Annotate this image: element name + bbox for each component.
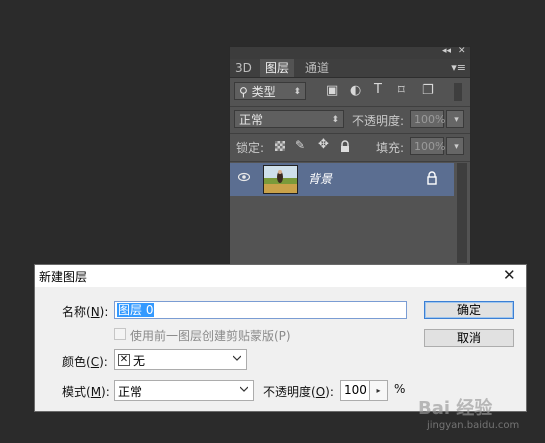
panel-menu-icon[interactable]: ▾≡ (451, 61, 466, 74)
filter-kind-select[interactable]: ⚲ 类型 ⬍ (234, 82, 306, 100)
filter-kind-value: 类型 (251, 85, 276, 99)
shape-filter-icon[interactable]: ⌑ (398, 83, 405, 98)
layer-lock-icon (427, 171, 437, 185)
filter-toggle-icon[interactable] (454, 83, 462, 101)
layers-panel: ◂◂ ✕ 3D 图层 通道 ▾≡ ⚲ 类型 ⬍ ▣ ◐ T ⌑ ❐ 正常 ⬍ 不… (229, 46, 471, 268)
layer-name: 背景 (308, 172, 333, 186)
adjustment-filter-icon[interactable]: ◐ (350, 83, 361, 98)
lock-all-icon[interactable] (340, 140, 350, 153)
color-label: 颜色(C): (62, 355, 108, 369)
tab-channels[interactable]: 通道 (300, 59, 334, 77)
fill-label: 填充: (376, 141, 405, 155)
name-input[interactable]: 图层 0 (114, 301, 407, 319)
no-color-icon: ✕ (118, 354, 130, 366)
type-filter-icon[interactable]: T (374, 82, 382, 97)
ok-button[interactable]: 确定 (424, 301, 514, 319)
clip-mask-label: 使用前一图层创建剪贴蒙版(P) (130, 329, 291, 343)
clip-mask-checkbox[interactable] (114, 328, 126, 340)
opacity-label: 不透明度: (352, 114, 405, 128)
blend-mode-value: 正常 (239, 113, 264, 127)
collapse-icon[interactable]: ◂◂ (442, 46, 451, 56)
lock-transparency-icon[interactable] (275, 141, 285, 151)
panel-tabs: 3D 图层 通道 ▾≡ (230, 59, 470, 78)
mode-select-value: 正常 (118, 385, 143, 399)
layer-row[interactable]: 背景 (230, 163, 454, 196)
opacity-label: 不透明度(O): (263, 385, 334, 399)
mode-select[interactable]: 正常 (114, 380, 254, 401)
tab-3d[interactable]: 3D (230, 59, 257, 77)
updown-icon: ⬍ (331, 115, 339, 125)
fill-dropdown-icon[interactable]: ▾ (446, 137, 464, 155)
search-icon: ⚲ (239, 85, 252, 99)
panel-scrollbar[interactable] (457, 163, 467, 263)
percent-sign: % (394, 382, 406, 396)
mode-label: 模式(M): (62, 385, 110, 399)
smart-object-filter-icon[interactable]: ❐ (422, 83, 434, 98)
close-icon[interactable]: ✕ (503, 266, 516, 284)
color-select[interactable]: ✕ 无 (114, 349, 247, 370)
dialog-title-bar: 新建图层 ✕ (35, 265, 526, 287)
watermark-url: jingyan.baidu.com (427, 420, 520, 431)
tab-layers[interactable]: 图层 (260, 59, 295, 77)
updown-icon: ⬍ (293, 87, 301, 97)
chevron-down-icon (233, 355, 241, 361)
opacity-dropdown-icon[interactable]: ▾ (446, 110, 464, 128)
lock-move-icon[interactable]: ✥ (318, 137, 329, 152)
layer-thumbnail (263, 165, 298, 194)
name-label: 名称(N): (62, 305, 109, 319)
color-select-value: 无 (133, 354, 146, 368)
filter-row: ⚲ 类型 ⬍ ▣ ◐ T ⌑ ❐ (230, 78, 470, 107)
blend-mode-select[interactable]: 正常 ⬍ (234, 110, 344, 128)
name-input-value: 图层 0 (117, 303, 155, 317)
watermark-logo: Bai 经验 (418, 398, 493, 419)
cancel-button[interactable]: 取消 (424, 329, 514, 347)
lock-label: 锁定: (236, 141, 265, 155)
dialog-title: 新建图层 (39, 270, 88, 284)
eye-icon[interactable] (238, 171, 250, 183)
panel-top-bar: ◂◂ ✕ (230, 46, 470, 59)
chevron-down-icon (240, 386, 248, 392)
blend-row: 正常 ⬍ 不透明度: 100% ▾ (230, 105, 470, 134)
opacity-input[interactable]: 100 (340, 380, 370, 401)
lock-row: 锁定: ✎ ✥ 填充: 100% ▾ (230, 133, 470, 162)
new-layer-dialog: 新建图层 ✕ 名称(N): 图层 0 确定 使用前一图层创建剪贴蒙版(P) 取消… (34, 264, 527, 412)
close-icon[interactable]: ✕ (458, 46, 466, 56)
fill-field[interactable]: 100% (410, 137, 445, 155)
opacity-field[interactable]: 100% (410, 110, 445, 128)
opacity-slider-toggle-icon[interactable]: ▸ (370, 380, 388, 401)
pixel-filter-icon[interactable]: ▣ (326, 83, 338, 98)
lock-brush-icon[interactable]: ✎ (295, 138, 305, 152)
